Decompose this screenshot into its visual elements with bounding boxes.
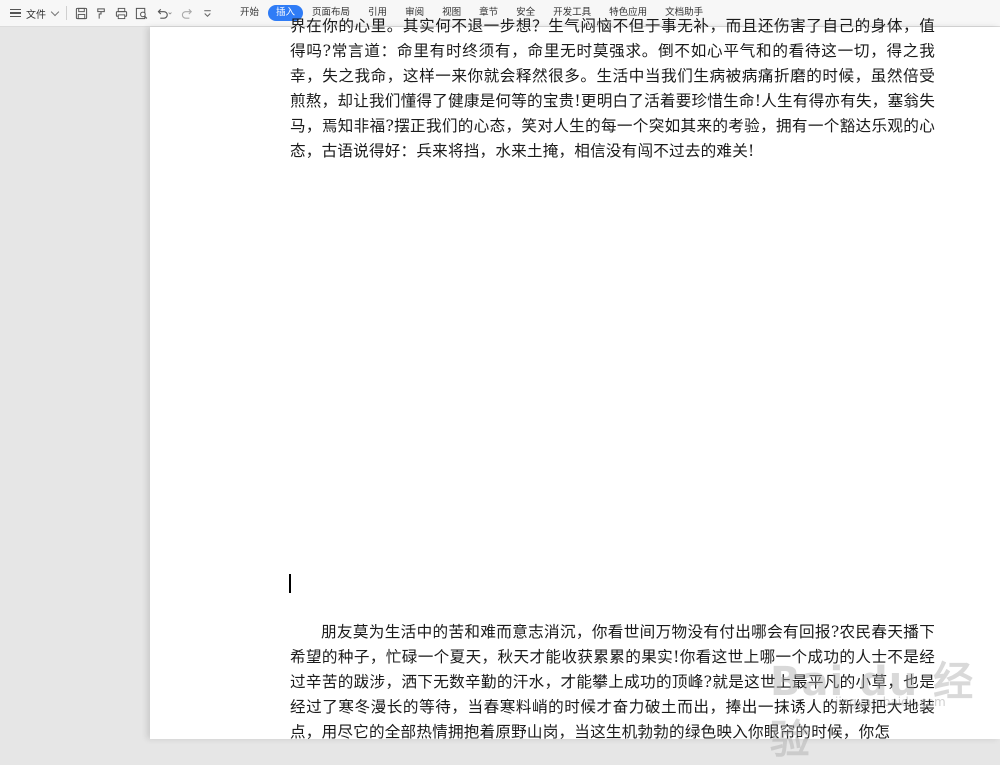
hamburger-menu-icon	[10, 8, 21, 18]
format-painter-icon[interactable]	[93, 5, 109, 21]
customize-chevron-icon[interactable]	[199, 5, 215, 21]
text-cursor	[289, 574, 291, 593]
print-icon[interactable]	[113, 5, 129, 21]
save-icon[interactable]	[73, 5, 89, 21]
redo-icon[interactable]	[179, 5, 195, 21]
document-page[interactable]: 界在你的心里。其实何不退一步想？生气闷恼不但于事无补，而且还伤害了自己的身体，值…	[150, 17, 1000, 741]
file-menu-label: 文件	[26, 9, 46, 21]
paragraph-top[interactable]: 界在你的心里。其实何不退一步想？生气闷恼不但于事无补，而且还伤害了自己的身体，值…	[290, 14, 935, 164]
file-menu-button[interactable]: 文件	[0, 0, 60, 27]
baidu-watermark-url: jingyan.baidu.com	[835, 695, 946, 709]
print-preview-icon[interactable]	[133, 5, 149, 21]
toolbar-divider	[66, 6, 67, 20]
tab-home[interactable]: 开始	[231, 5, 268, 21]
document-canvas: 界在你的心里。其实何不退一步想？生气闷恼不但于事无补，而且还伤害了自己的身体，值…	[0, 17, 1000, 763]
paragraph-bottom[interactable]: 朋友莫为生活中的苦和难而意志消沉，你看世间万物没有付出哪会有回报?农民春天播下希…	[290, 620, 935, 745]
undo-icon[interactable]	[153, 5, 175, 21]
chevron-down-icon	[50, 7, 60, 16]
